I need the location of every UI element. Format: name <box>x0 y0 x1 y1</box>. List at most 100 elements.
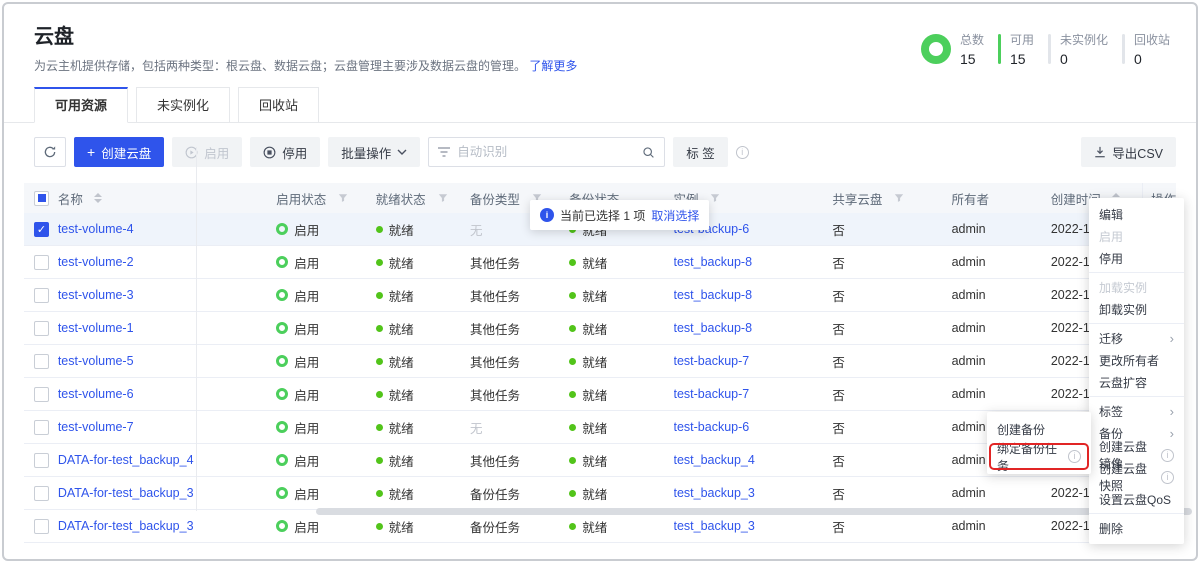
filter-funnel-icon[interactable] <box>710 193 720 203</box>
menu-item-更改所有者[interactable]: 更改所有者 <box>1089 349 1184 371</box>
backup-status-label: 就绪 <box>582 253 607 272</box>
export-csv-button[interactable]: 导出CSV <box>1081 137 1176 167</box>
menu-item-停用[interactable]: 停用 <box>1089 247 1184 269</box>
menu-item-label: 创建云盘快照 <box>1099 460 1157 494</box>
page-size-select[interactable]: 10 项/页 <box>1089 560 1168 561</box>
menu-item-label: 启用 <box>1099 228 1174 245</box>
row-checkbox[interactable] <box>34 453 49 468</box>
backup-type-label: 其他任务 <box>470 385 520 404</box>
instance-link[interactable]: test_backup_4 <box>674 453 755 467</box>
row-checkbox[interactable] <box>34 321 49 336</box>
row-checkbox[interactable] <box>34 255 49 270</box>
shared-volume-value: 否 <box>832 385 951 404</box>
instance-link[interactable]: test-backup-7 <box>674 387 750 401</box>
row-checkbox[interactable] <box>34 420 49 435</box>
select-all-checkbox[interactable] <box>34 191 49 206</box>
info-icon[interactable]: i <box>736 146 749 159</box>
tab-未实例化[interactable]: 未实例化 <box>136 87 230 123</box>
enabled-status-icon <box>276 388 288 400</box>
instance-link[interactable]: test_backup_3 <box>674 519 755 533</box>
ready-status-label: 就绪 <box>389 286 414 305</box>
shared-volume-value: 否 <box>832 319 951 338</box>
row-checkbox[interactable] <box>34 486 49 501</box>
backup-status-icon <box>569 292 576 299</box>
volume-name-link[interactable]: test-volume-3 <box>58 288 134 302</box>
filter-funnel-icon[interactable] <box>338 193 348 203</box>
menu-item-label: 卸载实例 <box>1099 301 1174 318</box>
ready-status-icon <box>376 226 383 233</box>
enabled-status-icon <box>276 256 288 268</box>
volume-name-link[interactable]: test-volume-7 <box>58 420 134 434</box>
refresh-button[interactable] <box>34 137 66 167</box>
ready-status-icon <box>376 490 383 497</box>
instance-link[interactable]: test_backup-8 <box>674 288 753 302</box>
volume-name-link[interactable]: DATA-for-test_backup_4 <box>58 453 194 467</box>
menu-item-编辑[interactable]: 编辑 <box>1089 203 1184 225</box>
instance-link[interactable]: test_backup_3 <box>674 486 755 500</box>
sort-icon[interactable] <box>94 193 102 203</box>
menu-item-标签[interactable]: 标签› <box>1089 400 1184 422</box>
filter-funnel-icon[interactable] <box>894 193 904 203</box>
search-input[interactable] <box>457 145 635 159</box>
submenu-item-绑定备份任务[interactable]: 绑定备份任务i <box>987 443 1091 470</box>
menu-item-创建云盘快照[interactable]: 创建云盘快照i <box>1089 466 1184 488</box>
volume-name-link[interactable]: test-volume-4 <box>58 222 134 236</box>
learn-more-link[interactable]: 了解更多 <box>529 59 577 73</box>
menu-item-label: 编辑 <box>1099 206 1174 223</box>
row-checkbox[interactable] <box>34 354 49 369</box>
column-label: 共享云盘 <box>832 189 882 208</box>
cloud-disk-page: 云盘 为云主机提供存储，包括两种类型：根云盘、数据云盘；云盘管理主要涉及数据云盘… <box>2 2 1198 561</box>
ready-status-label: 就绪 <box>389 385 414 404</box>
create-volume-button[interactable]: + 创建云盘 <box>74 137 164 167</box>
volume-name-link[interactable]: DATA-for-test_backup_3 <box>58 519 194 533</box>
menu-item-云盘扩容[interactable]: 云盘扩容 <box>1089 371 1184 393</box>
ready-status-label: 就绪 <box>389 484 414 503</box>
tab-可用资源[interactable]: 可用资源 <box>34 87 128 123</box>
toolbar: + 创建云盘 启用 停用 批量操作 <box>4 123 1196 179</box>
column-label: 启用状态 <box>276 189 326 208</box>
enabled-status-label: 启用 <box>294 451 319 470</box>
row-checkbox[interactable] <box>34 288 49 303</box>
ready-status-icon <box>376 325 383 332</box>
instance-link[interactable]: test_backup-8 <box>674 321 753 335</box>
row-checkbox[interactable] <box>34 519 49 534</box>
ready-status-icon <box>376 457 383 464</box>
menu-item-删除[interactable]: 删除 <box>1089 517 1184 539</box>
refresh-icon <box>43 145 57 159</box>
instance-link[interactable]: test_backup-8 <box>674 255 753 269</box>
info-filled-icon: i <box>540 208 554 222</box>
volume-name-link[interactable]: test-volume-5 <box>58 354 134 368</box>
menu-item-迁移[interactable]: 迁移› <box>1089 327 1184 349</box>
volume-name-link[interactable]: test-volume-6 <box>58 387 134 401</box>
backup-type-label: 无 <box>470 418 483 437</box>
stat-value: 15 <box>1010 51 1034 67</box>
backup-type-label: 其他任务 <box>470 253 520 272</box>
menu-item-卸载实例[interactable]: 卸载实例 <box>1089 298 1184 320</box>
volume-name-link[interactable]: test-volume-1 <box>58 321 134 335</box>
deselect-link[interactable]: 取消选择 <box>651 207 699 224</box>
volume-name-link[interactable]: DATA-for-test_backup_3 <box>58 486 194 500</box>
instance-link[interactable]: test-backup-6 <box>674 420 750 434</box>
tab-回收站[interactable]: 回收站 <box>238 87 319 123</box>
search-icon[interactable] <box>642 146 655 159</box>
volume-name-link[interactable]: test-volume-2 <box>58 255 134 269</box>
menu-item-设置云盘QoS[interactable]: 设置云盘QoS <box>1089 488 1184 510</box>
enabled-status-label: 启用 <box>294 319 319 338</box>
shared-volume-value: 否 <box>832 220 951 239</box>
enabled-status-label: 启用 <box>294 385 319 404</box>
instance-link[interactable]: test-backup-7 <box>674 354 750 368</box>
backup-status-label: 就绪 <box>582 418 607 437</box>
backup-type-label: 备份任务 <box>470 484 520 503</box>
selection-tip-text: 当前已选择 1 项 <box>560 207 645 224</box>
disable-button[interactable]: 停用 <box>250 137 320 167</box>
tag-button[interactable]: 标 签 <box>673 137 727 167</box>
horizontal-scrollbar-thumb[interactable] <box>316 508 1192 515</box>
menu-divider <box>1089 323 1184 324</box>
row-checkbox[interactable] <box>34 387 49 402</box>
row-checkbox[interactable] <box>34 222 49 237</box>
enable-button[interactable]: 启用 <box>172 137 242 167</box>
filter-funnel-icon[interactable] <box>438 193 448 203</box>
ready-status-label: 就绪 <box>389 319 414 338</box>
total-donut-icon <box>921 34 951 64</box>
batch-operations-button[interactable]: 批量操作 <box>328 137 420 167</box>
